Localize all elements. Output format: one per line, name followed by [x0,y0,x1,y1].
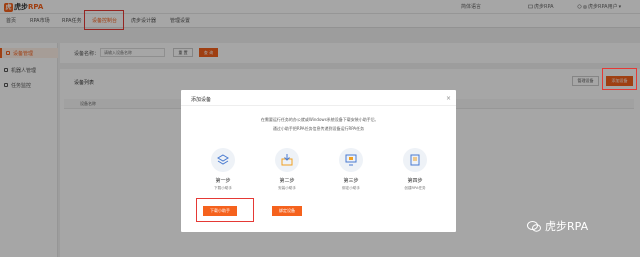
close-icon[interactable]: × [446,95,451,102]
modal-description-1: 在需要运行任务的办公就或Windows系统设备下载安装小助手后, [260,117,377,122]
highlight-box-add-device [602,68,637,90]
add-device-modal: 添加设备 × 在需要运行任务的办公就或Windows系统设备下载安装小助手后, … [181,90,456,232]
step-3: 第三步 绑定小助手 [331,148,371,191]
watermark-text: 虎步RPA [545,220,589,233]
step-2-subtitle: 安装小助手 [278,186,296,190]
step-4: 第四步 创建RPA任务 [395,148,435,191]
watermark: 虎步RPA [527,218,588,234]
step-4-title: 第四步 [407,178,423,184]
wechat-icon [527,220,541,232]
layers-icon [211,148,235,172]
modal-description-2: 通过小助手把RPA任务信息传递到设备运行RPA任务 [272,126,365,131]
install-icon [275,148,299,172]
step-1-subtitle: 下载小助手 [214,186,232,190]
modal-title: 添加设备 [191,97,212,103]
step-3-title: 第三步 [343,178,359,184]
step-1: 第一步 下载小助手 [203,148,243,191]
step-1-title: 第一步 [215,178,231,184]
bind-device-button[interactable]: 绑定设备 [272,206,302,216]
document-icon [403,148,427,172]
step-4-subtitle: 创建RPA任务 [404,186,426,190]
modal-divider [181,105,456,106]
step-3-subtitle: 绑定小助手 [342,186,360,190]
step-2: 第二步 安装小助手 [267,148,307,191]
highlight-box-download [196,198,254,222]
step-2-title: 第二步 [279,178,295,184]
monitor-icon [339,148,363,172]
